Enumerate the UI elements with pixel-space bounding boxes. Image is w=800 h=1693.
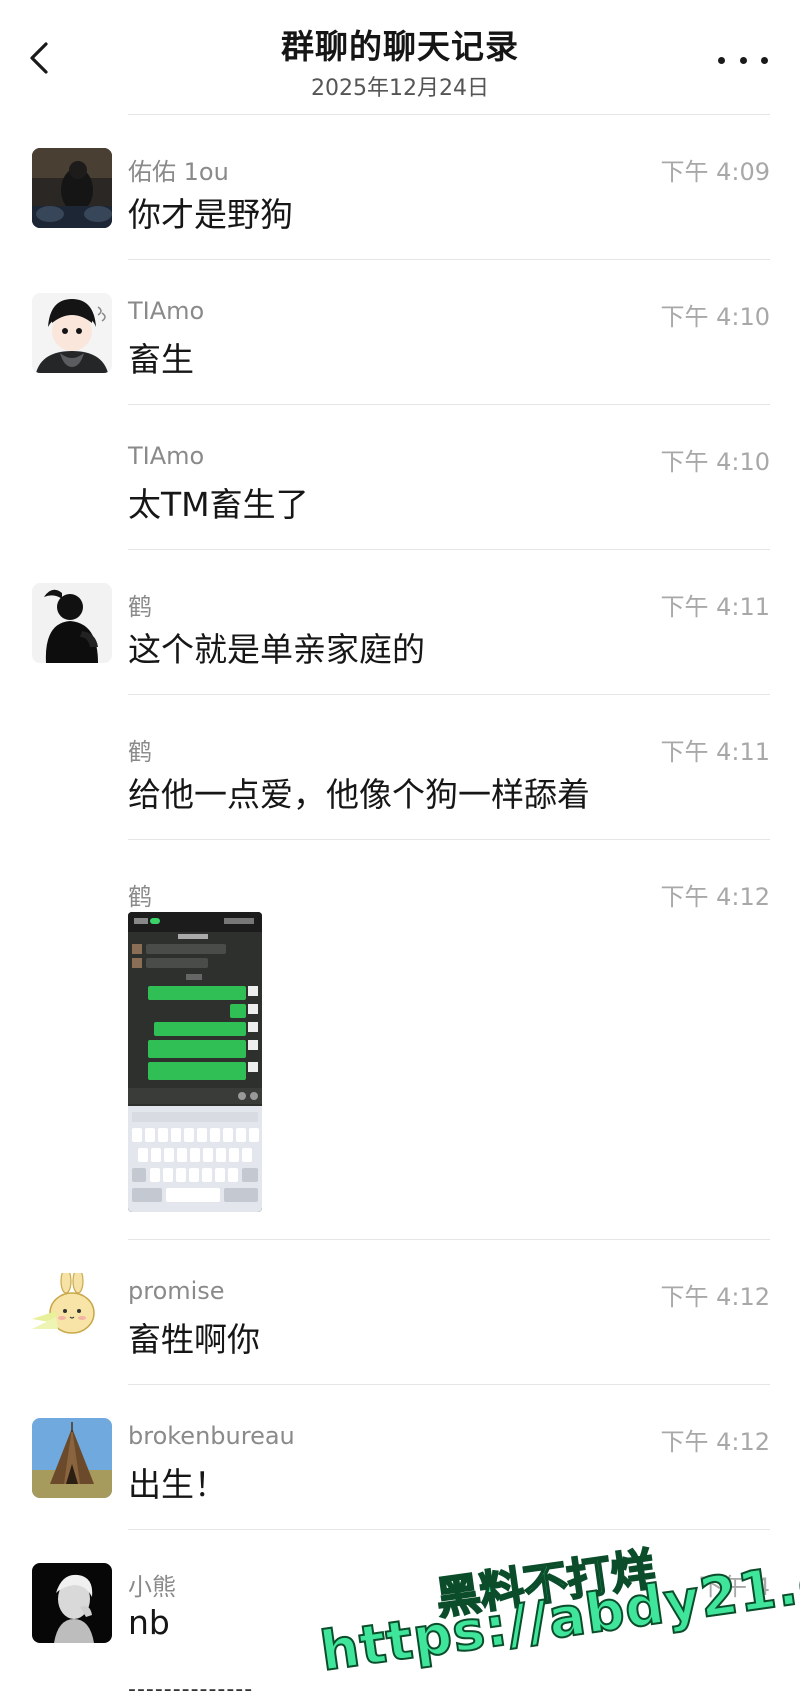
message-text: 太TM畜生了 — [128, 485, 309, 524]
message-text: 畜生 — [128, 340, 194, 379]
message-text: 给他一点爱，他像个狗一样舔着 — [128, 775, 590, 814]
screenshot-thumbnail-image — [128, 912, 262, 1212]
message-divider — [128, 1239, 770, 1240]
sender-name: 鹤 — [128, 593, 152, 621]
avatar[interactable] — [32, 1273, 112, 1353]
message-time: 下午 4:12 — [660, 883, 770, 911]
avatar[interactable] — [32, 148, 112, 228]
chat-message: TIAmo 下午 4:10 畜生 — [0, 275, 800, 405]
page-date: 2025年12月24日 — [311, 76, 489, 101]
sender-name: 小熊 — [128, 1573, 176, 1601]
avatar[interactable] — [32, 1418, 112, 1498]
more-options-button[interactable] — [718, 52, 768, 68]
message-text: 出生！ — [128, 1465, 227, 1504]
message-text: 畜牲啊你 — [128, 1320, 260, 1359]
message-divider — [128, 1384, 770, 1385]
message-text: nb — [128, 1603, 170, 1642]
message-divider — [128, 1529, 770, 1530]
chat-message: TIAmo 下午 4:10 太TM畜生了 — [0, 420, 800, 550]
message-time: 下午 4:10 — [660, 448, 770, 476]
more-dot-icon — [739, 56, 747, 64]
message-divider — [128, 549, 770, 550]
message-time: 下午 4:10 — [660, 303, 770, 331]
header: 群聊的聊天记录 2025年12月24日 — [0, 0, 800, 110]
message-divider — [128, 259, 770, 260]
sender-name: brokenbureau — [128, 1422, 295, 1450]
page-title: 群聊的聊天记录 — [281, 27, 519, 66]
more-dot-icon — [761, 56, 768, 64]
header-divider — [128, 114, 770, 115]
chat-message: brokenbureau 下午 4:12 出生！ — [0, 1400, 800, 1530]
more-dot-icon — [718, 56, 725, 64]
message-divider — [128, 839, 770, 840]
sender-name: 鹤 — [128, 738, 152, 766]
chat-message: 佑佑 1ou 下午 4:09 你才是野狗 — [0, 130, 800, 260]
message-time: 下午 4:09 — [660, 158, 770, 186]
sender-name: TIAmo — [128, 297, 205, 325]
message-time: 下午 4:12 — [660, 1283, 770, 1311]
sender-name: promise — [128, 1277, 225, 1305]
avatar[interactable] — [32, 293, 112, 373]
message-text: 这个就是单亲家庭的 — [128, 630, 425, 669]
sender-name: 鹤 — [128, 883, 152, 911]
footer-dashes: -------------- — [128, 1677, 254, 1693]
sender-name: TIAmo — [128, 442, 205, 470]
message-divider — [128, 404, 770, 405]
chat-message: 鹤 下午 4:11 给他一点爱，他像个狗一样舔着 — [0, 710, 800, 840]
sender-name: 佑佑 1ou — [128, 158, 229, 186]
image-attachment[interactable] — [128, 912, 262, 1212]
message-text: 你才是野狗 — [128, 195, 293, 234]
message-time: 下午 4:11 — [660, 593, 770, 621]
avatar[interactable] — [32, 1563, 112, 1643]
message-time: 下午 4:12 — [660, 1428, 770, 1456]
message-divider — [128, 694, 770, 695]
chat-message: 鹤 下午 4:11 这个就是单亲家庭的 — [0, 565, 800, 695]
message-time: 下午 4:11 — [660, 738, 770, 766]
avatar[interactable] — [32, 583, 112, 663]
chat-message: 鹤 下午 4:12 — [0, 855, 800, 1240]
chat-message: promise 下午 4:12 畜牲啊你 — [0, 1255, 800, 1385]
